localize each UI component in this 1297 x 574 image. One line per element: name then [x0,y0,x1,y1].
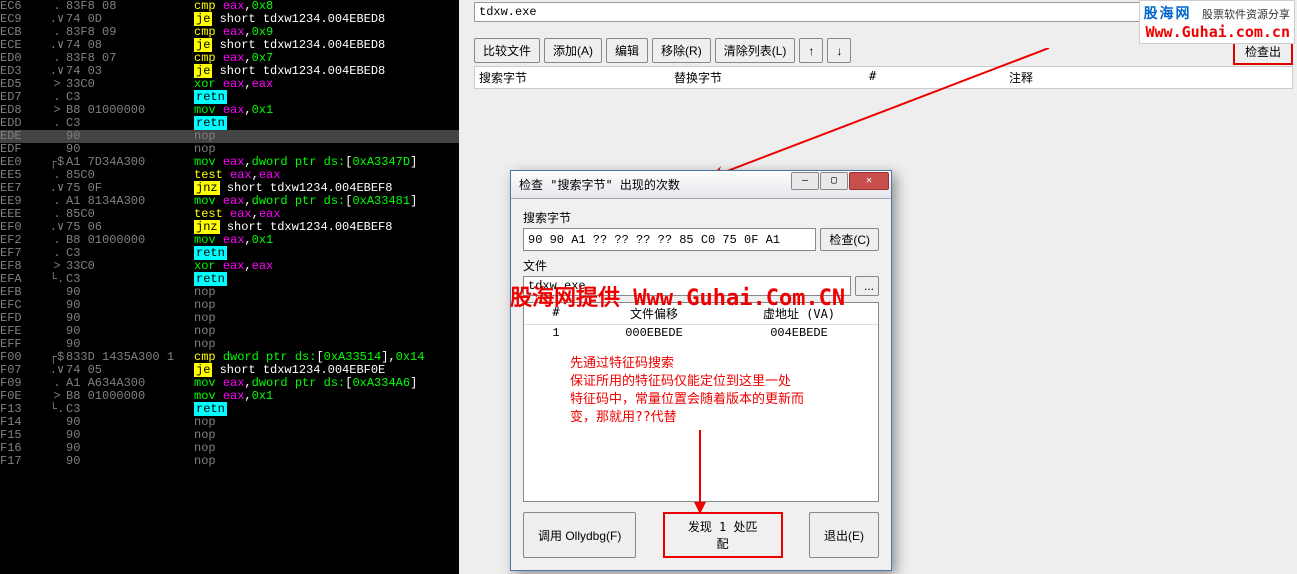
compare-button[interactable]: 比较文件 [474,38,540,63]
watermark-logo: 股海网 股票软件资源分享 Www.Guhai.com.cn [1139,0,1295,44]
col-comment: 注释 [1009,69,1288,86]
col-count: # [869,69,1009,86]
check-button[interactable]: 检查(C) [820,228,879,251]
search-label: 搜索字节 [523,209,879,226]
exit-button[interactable]: 退出(E) [809,512,879,558]
patch-table-header: 搜索字节 替换字节 # 注释 [474,66,1293,89]
file-path-input[interactable] [474,2,1254,22]
toolbar: 比较文件 添加(A) 编辑 移除(R) 清除列表(L) ↑ ↓ [474,38,851,63]
file-label: 文件 [523,257,879,274]
match-count-label: 发现 1 处匹配 [663,512,783,558]
clear-button[interactable]: 清除列表(L) [715,38,796,63]
remove-button[interactable]: 移除(R) [652,38,711,63]
result-row[interactable]: 1 000EBEDE 004EBEDE [524,325,878,341]
res-offset: 000EBEDE [584,326,724,340]
disassembly-panel[interactable]: EC6 .83F8 08cmp eax,0x8EC9 .∨74 0Dje sho… [0,0,459,574]
res-va: 004EBEDE [724,326,874,340]
close-icon[interactable]: ✕ [849,172,889,190]
minimize-icon[interactable]: — [791,172,819,190]
search-bytes-input[interactable] [523,228,816,251]
asm-row[interactable]: F17 90nop [0,455,459,468]
res-num: 1 [528,326,584,340]
add-button[interactable]: 添加(A) [544,38,602,63]
move-up-button[interactable]: ↑ [799,38,823,63]
ollydbg-button[interactable]: 调用 Ollydbg(F) [523,512,636,558]
maximize-icon[interactable]: ▢ [820,172,848,190]
col-search: 搜索字节 [479,69,674,86]
annotation-text: 先通过特征码搜索 保证所用的特征码仅能定位到这里一处 特征码中，常量位置会随着版… [570,355,870,427]
move-down-button[interactable]: ↓ [827,38,851,63]
col-replace: 替换字节 [674,69,869,86]
edit-button[interactable]: 编辑 [606,38,648,63]
watermark-center: 股海网提供 Www.Guhai.Com.CN [510,280,845,312]
dialog-titlebar[interactable]: 检查 "搜索字节" 出现的次数 — ▢ ✕ [511,171,891,199]
browse-button[interactable]: ... [855,276,879,296]
dialog-title: 检查 "搜索字节" 出现的次数 [519,176,680,193]
